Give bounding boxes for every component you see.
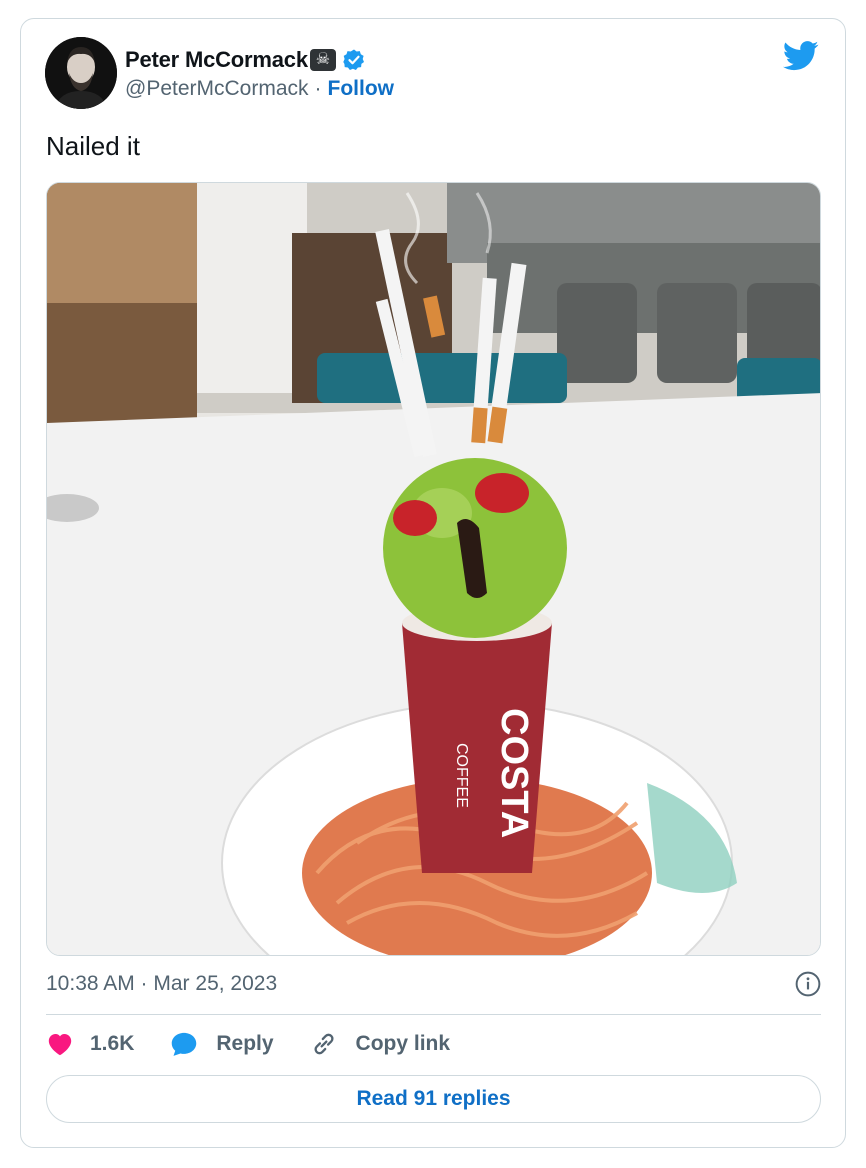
reply-button[interactable]: Reply [170, 1030, 274, 1058]
photo-illustration: COSTA COFFEE [47, 183, 820, 955]
speech-bubble-icon [172, 1032, 197, 1056]
twitter-bird-icon[interactable] [783, 41, 819, 71]
avatar-image [45, 37, 117, 109]
display-name[interactable]: Peter McCormack [125, 47, 308, 73]
tweet-text: Nailed it [46, 131, 140, 161]
avatar[interactable] [45, 37, 117, 109]
cup-brand-text: COSTA [493, 708, 535, 838]
copy-link-button[interactable]: Copy link [310, 1030, 451, 1058]
follow-link[interactable]: Follow [328, 77, 395, 101]
action-bar: 1.6K Reply Copy link [46, 1029, 486, 1059]
divider [46, 1014, 821, 1015]
verified-badge-icon [343, 49, 364, 70]
tweet-card: Peter McCormack ☠ @PeterMcCormack · Foll… [20, 18, 846, 1148]
skull-crossbones-icon: ☠ [309, 49, 336, 71]
handle[interactable]: @PeterMcCormack [125, 77, 309, 101]
like-button[interactable]: 1.6K [46, 1030, 134, 1058]
heart-icon [48, 1033, 72, 1056]
separator-dot: · [314, 77, 322, 100]
read-replies-button[interactable]: Read 91 replies [46, 1075, 821, 1123]
copy-link-label: Copy link [355, 1032, 451, 1055]
tweet-timestamp[interactable]: 10:38 AM · Mar 25, 2023 [46, 972, 277, 996]
info-icon[interactable] [795, 971, 821, 997]
cup-sub-text: COFFEE [453, 743, 470, 808]
tweet-photo[interactable]: COSTA COFFEE [46, 182, 821, 956]
reply-label: Reply [216, 1032, 274, 1055]
like-count: 1.6K [90, 1032, 135, 1055]
link-icon [314, 1033, 334, 1055]
